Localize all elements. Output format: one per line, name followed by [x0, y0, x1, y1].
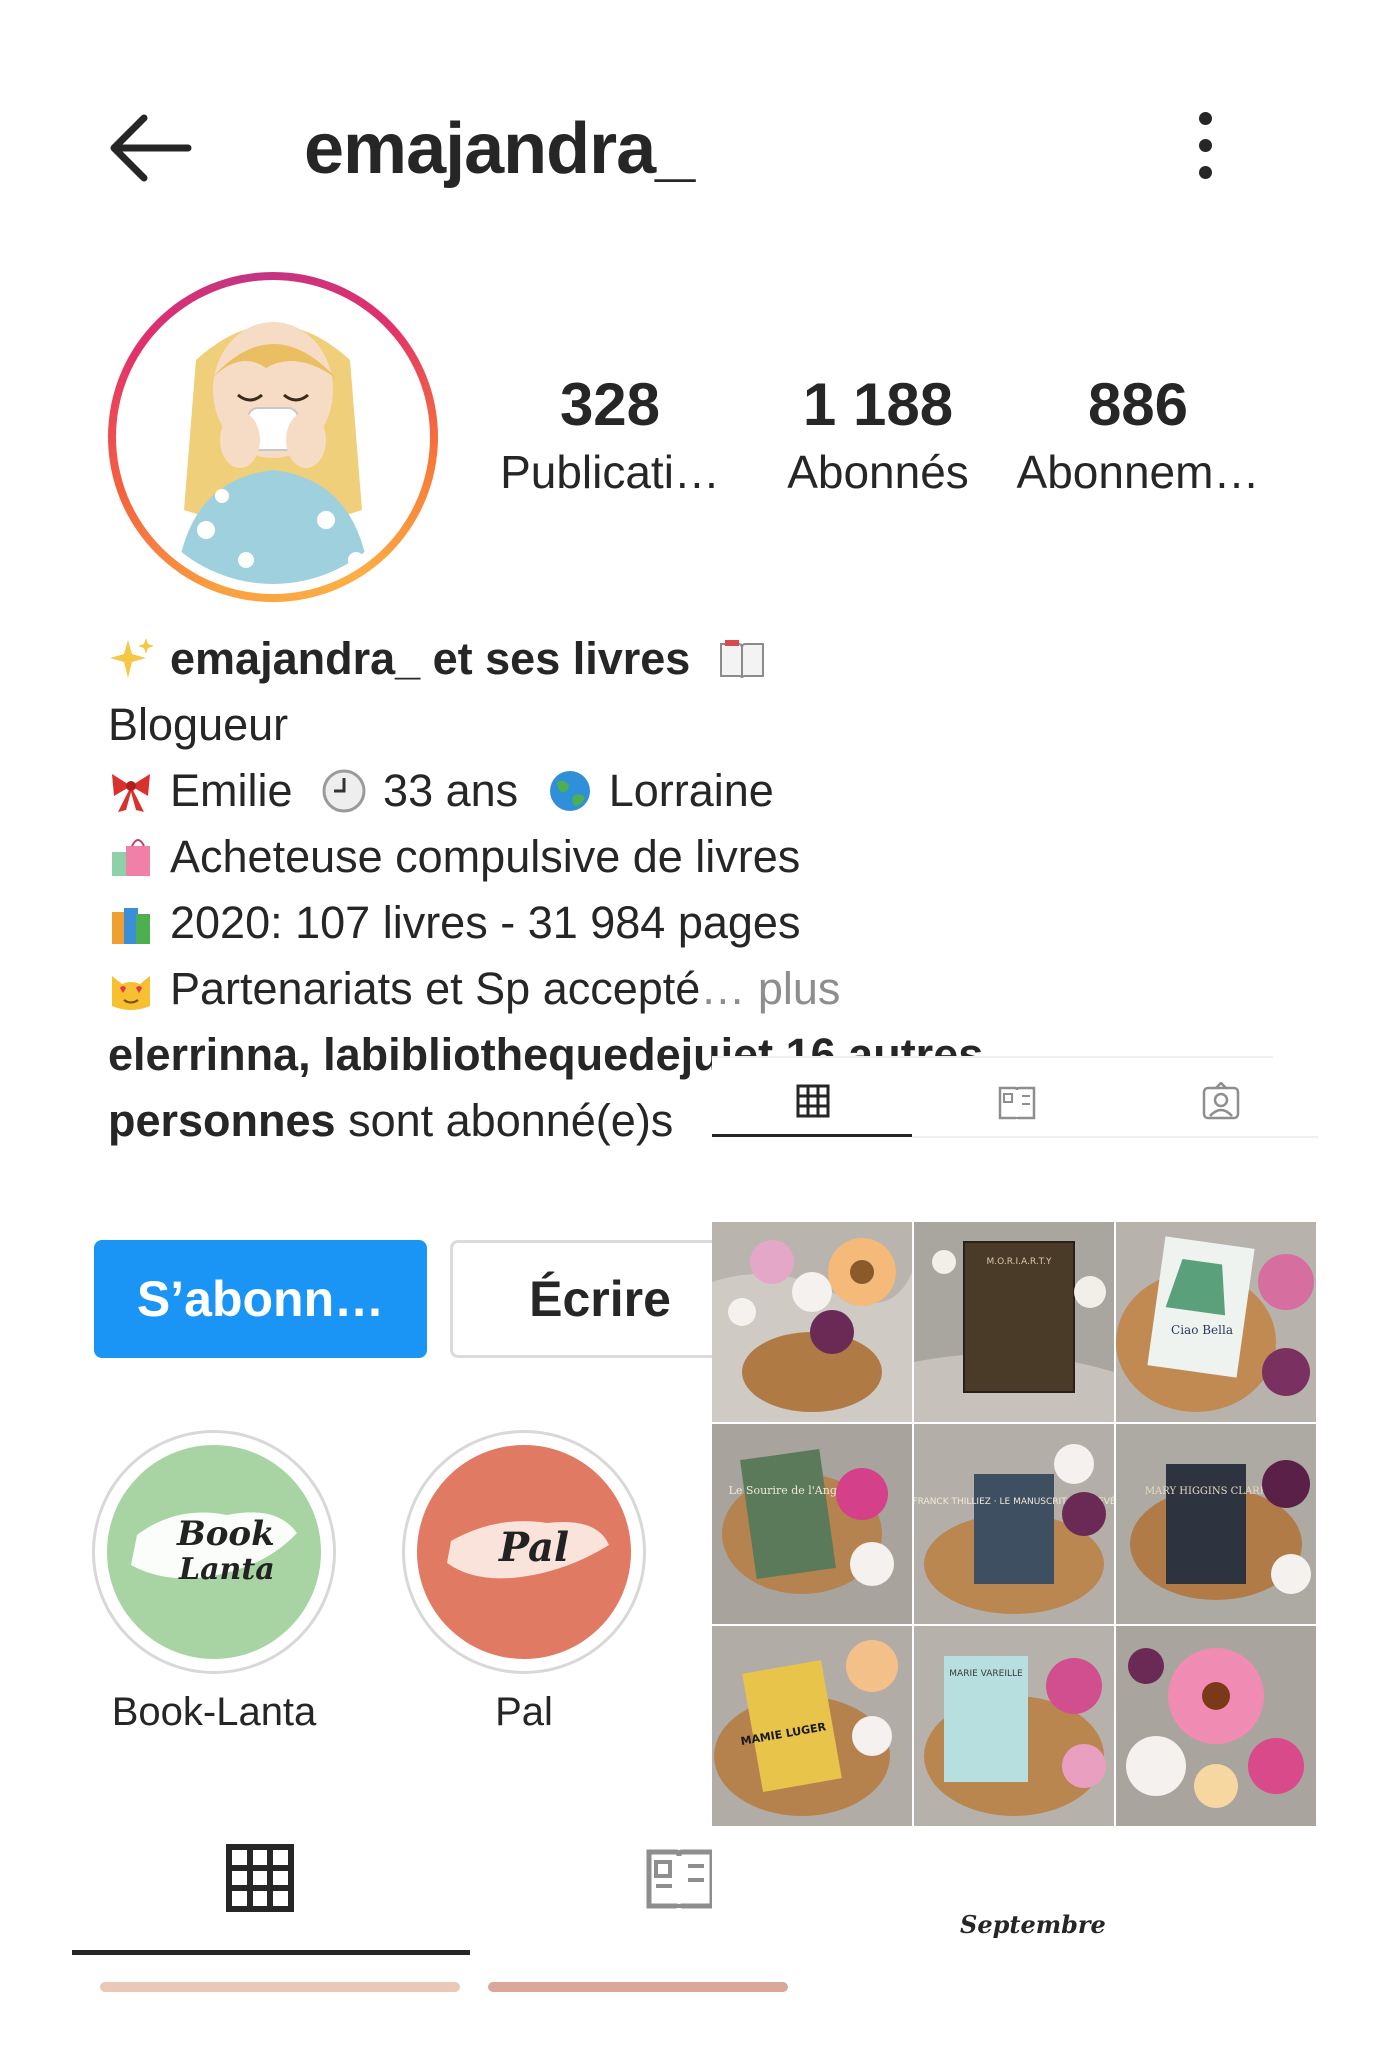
stat-following-label: Abonnem…	[1016, 446, 1260, 498]
highlight-pal-cover: Pal	[417, 1445, 631, 1659]
avatar-illustration	[126, 290, 420, 584]
guides-icon[interactable]	[646, 1846, 712, 1910]
post-thumbnail-cut	[488, 1982, 788, 1992]
follow-button[interactable]: S’abonn…	[94, 1240, 427, 1358]
ribbon-icon	[112, 774, 150, 812]
clock-icon	[322, 769, 366, 813]
highlight-book-lanta-label: Book-Lanta	[111, 1690, 317, 1734]
stat-followers[interactable]: 1 188 Abonnés	[748, 370, 1008, 499]
post-tile[interactable]: FRANCK THILLIEZ · LE MANUSCRIT INACHEVÉ	[914, 1424, 1114, 1624]
post-tile[interactable]: MAMIE LUGER	[712, 1626, 912, 1826]
bio-line-3: 2020: 107 livres - 31 984 pages	[108, 890, 1108, 956]
stat-posts-label: Publicati…	[500, 446, 720, 498]
post-tile[interactable]	[712, 1222, 912, 1422]
post-tile[interactable]: MARIE VAREILLE	[914, 1626, 1114, 1826]
book-title: MARY HIGGINS CLARK	[1145, 1486, 1268, 1497]
guides-icon[interactable]	[998, 1084, 1036, 1120]
tagged-icon[interactable]	[1202, 1082, 1240, 1120]
bio-line-3-text: 2020: 107 livres - 31 984 pages	[170, 897, 801, 948]
sparkles-icon	[110, 638, 154, 678]
brush-stroke-icon: Book Lanta	[131, 1512, 297, 1587]
highlight-book-lanta-cover: Book Lanta	[107, 1445, 321, 1659]
bio-line-1: Emilie 33 ans Lorraine	[108, 758, 1108, 824]
more-vertical-icon[interactable]	[1180, 112, 1230, 192]
bio-more-link[interactable]: … plus	[700, 963, 840, 1014]
followed-by-names: elerrinna, labibliothequedejui	[108, 1029, 734, 1080]
followed-by-persons: personnes	[108, 1095, 336, 1146]
bio-first-name: Emilie	[170, 765, 293, 816]
bio-line-2: Acheteuse compulsive de livres	[108, 824, 1108, 890]
avatar[interactable]	[126, 290, 420, 584]
stat-followers-count: 1 188	[802, 371, 954, 438]
book-title: Le Sourire de l'Ange	[729, 1484, 844, 1497]
highlight-book-lanta[interactable]: Book Lanta	[92, 1430, 336, 1674]
active-tab-indicator	[72, 1950, 470, 1955]
highlight-pal-label: Pal	[495, 1690, 553, 1734]
followed-by-suffix: sont abonné(e)s	[335, 1095, 674, 1146]
post-tile[interactable]: Ciao Bella	[1116, 1222, 1316, 1422]
bio-line-4: Partenariats et Sp accepté… plus	[108, 956, 1108, 1022]
post-tile[interactable]: MARY HIGGINS CLARK	[1116, 1424, 1316, 1624]
stat-posts[interactable]: 328 Publicati…	[480, 370, 740, 499]
stat-posts-count: 328	[559, 371, 661, 438]
brush-stroke-icon: Pal	[447, 1521, 609, 1579]
stat-following-count: 886	[1087, 371, 1189, 438]
highlight-cover-text-2: Lanta	[178, 1552, 275, 1587]
grid-caption: Septembre	[960, 1910, 1106, 1939]
book-title: Ciao Bella	[1171, 1323, 1233, 1337]
post-tile[interactable]	[1116, 1626, 1316, 1826]
bio-name: emajandra_ et ses livres	[170, 633, 691, 684]
grid-icon[interactable]	[226, 1844, 294, 1912]
shopping-bags-icon	[112, 839, 150, 876]
highlight-cover-text-1: Book	[176, 1514, 275, 1554]
globe-icon	[549, 771, 590, 811]
bio-category: Blogueur	[108, 699, 289, 750]
books-icon	[112, 908, 150, 944]
highlight-pal[interactable]: Pal	[402, 1430, 646, 1674]
back-arrow-icon[interactable]	[108, 108, 192, 188]
message-button[interactable]: Écrire	[450, 1240, 750, 1358]
heart-eyes-cat-icon	[112, 976, 150, 1010]
stat-followers-label: Abonnés	[787, 446, 969, 498]
bio-line-4-text: Partenariats et Sp accepté	[170, 963, 701, 1014]
post-tile[interactable]: Le Sourire de l'Ange	[712, 1424, 912, 1624]
book-title: MARIE VAREILLE	[949, 1669, 1023, 1679]
book-title: M.O.R.I.A.R.T.Y	[987, 1257, 1052, 1267]
bio-name-line: emajandra_ et ses livres	[108, 626, 1108, 692]
open-book-icon	[719, 640, 764, 679]
bio-line-2-text: Acheteuse compulsive de livres	[170, 831, 801, 882]
highlight-cover-text-1: Pal	[498, 1524, 569, 1571]
bio-location: Lorraine	[608, 765, 774, 816]
post-tile[interactable]: M.O.R.I.A.R.T.Y	[914, 1222, 1114, 1422]
grid-icon[interactable]	[796, 1084, 830, 1118]
bio-age: 33 ans	[383, 765, 519, 816]
stat-following[interactable]: 886 Abonnem…	[1008, 370, 1268, 499]
grid-tab-indicator	[712, 1134, 912, 1137]
profile-username: emajandra_	[304, 109, 695, 189]
post-thumbnail-cut	[100, 1982, 460, 1992]
